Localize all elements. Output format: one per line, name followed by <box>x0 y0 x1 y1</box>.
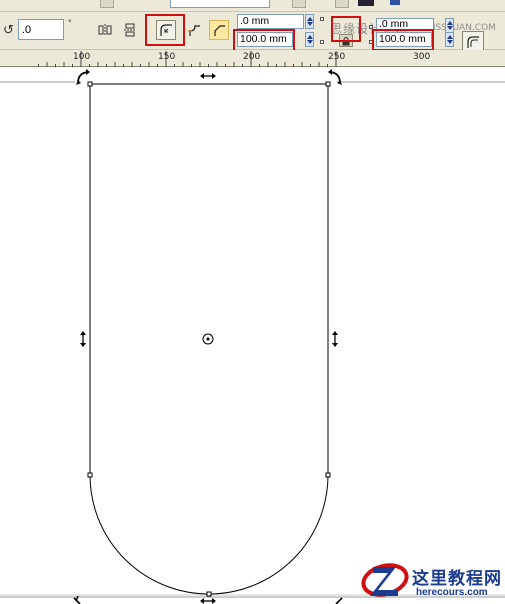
corner-link-indicator <box>369 25 373 29</box>
node-handle <box>87 472 93 478</box>
drawing-surface <box>0 69 505 604</box>
round-corner-button[interactable] <box>156 20 176 40</box>
chamfer-corner-button[interactable] <box>209 20 229 40</box>
corner-size-bottom-right-field[interactable]: 100.0 mm <box>376 32 432 47</box>
corner-size-bottom-right-spinner[interactable] <box>445 32 454 47</box>
node-handle <box>87 81 93 87</box>
scallop-corner-button[interactable] <box>184 20 204 40</box>
toolbar-field[interactable] <box>170 0 270 8</box>
corner-size-top-right-field[interactable]: 100.0 mm <box>237 32 293 47</box>
drawing-canvas[interactable] <box>0 67 505 604</box>
node-handle <box>325 81 331 87</box>
corner-size-bottom-left-spinner[interactable] <box>445 18 454 33</box>
corner-link-indicator <box>320 40 324 44</box>
toolbar-button[interactable] <box>100 0 114 8</box>
mirror-horizontal-icon <box>98 24 112 36</box>
ruler-label: 200 <box>243 52 261 62</box>
rotate-icon: ↺ <box>3 22 14 37</box>
logo-title: 这里教程网 <box>412 569 502 589</box>
mirror-vertical-button[interactable] <box>120 20 140 40</box>
degree-unit: ° <box>68 18 72 28</box>
site-logo: 这里教程网 herecours.com <box>360 558 505 604</box>
corner-link-indicator <box>369 40 373 44</box>
mirror-horizontal-button[interactable] <box>95 20 115 40</box>
horizontal-ruler[interactable]: 100 150 200 250 300 <box>0 50 505 67</box>
relative-corner-icon <box>467 36 479 48</box>
corner-size-bottom-left-field[interactable]: .0 mm <box>376 18 434 30</box>
chamfer-corner-icon <box>214 25 225 36</box>
logo-url: herecours.com <box>416 587 488 598</box>
toolbar-color-swatch[interactable] <box>358 0 374 6</box>
toolbar-button[interactable] <box>335 0 349 8</box>
rotate-handle-icon <box>335 597 343 604</box>
ruler-label: 300 <box>413 52 431 62</box>
rotation-angle-input[interactable] <box>18 19 64 40</box>
node-handle <box>206 591 212 597</box>
ruler-label: 250 <box>328 52 346 62</box>
scallop-corner-icon <box>188 25 200 36</box>
corner-size-top-left-spinner[interactable] <box>305 14 314 29</box>
corner-size-top-right-spinner[interactable] <box>305 32 314 47</box>
toolbar-button[interactable] <box>292 0 306 8</box>
property-bar: ↺ ° .0 mm 100.0 mm <box>0 12 505 53</box>
round-corner-icon <box>160 24 172 36</box>
top-toolbar-strip <box>0 0 505 12</box>
lock-icon <box>342 36 350 45</box>
mirror-vertical-icon <box>124 23 136 37</box>
corner-size-top-left-field[interactable]: .0 mm <box>237 14 304 29</box>
lock-ratio-button[interactable] <box>339 34 353 47</box>
ruler-label: 100 <box>73 52 91 62</box>
toolbar-color-swatch[interactable] <box>390 0 400 5</box>
ruler-label: 150 <box>158 52 176 62</box>
logo-z-icon <box>361 563 409 597</box>
node-handle <box>325 472 331 478</box>
corner-link-indicator <box>320 17 324 21</box>
